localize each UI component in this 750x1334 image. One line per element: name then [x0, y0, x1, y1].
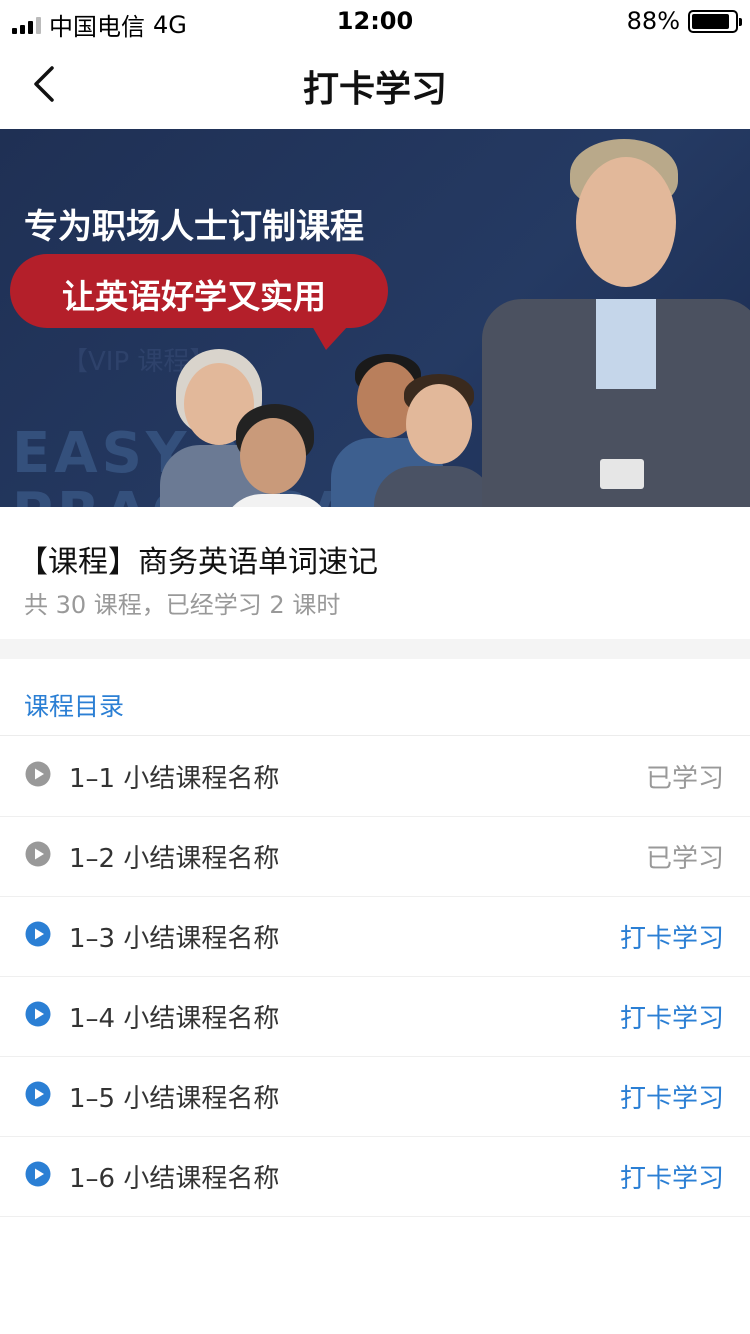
play-circle-icon	[25, 1001, 51, 1027]
status-bar: 中国电信 4G 12:00 88%	[0, 0, 750, 41]
lesson-row[interactable]: 1–1 小结课程名称 已学习	[0, 737, 750, 817]
course-meta: 共 30 课程，已经学习 2 课时	[24, 591, 341, 619]
lesson-row[interactable]: 1–2 小结课程名称 已学习	[0, 817, 750, 897]
play-circle-icon	[25, 1161, 51, 1187]
lesson-status[interactable]: 打卡学习	[620, 1158, 724, 1195]
lesson-name: 1–4 小结课程名称	[69, 1004, 280, 1034]
play-circle-icon	[25, 921, 51, 947]
course-info: 【课程】商务英语单词速记 共 30 课程，已经学习 2 课时	[0, 507, 750, 639]
section-divider	[0, 639, 750, 659]
lesson-name: 1–5 小结课程名称	[69, 1084, 280, 1114]
course-banner: EASY & PRACTICAL 专为职场人士订制课程 让英语好学又实用 【VI…	[0, 129, 750, 507]
lesson-row[interactable]: 1–3 小结课程名称 打卡学习	[0, 897, 750, 977]
nav-bar: 打卡学习	[0, 40, 750, 128]
catalog-header: 课程目录	[0, 659, 750, 736]
banner-headline: 专为职场人士订制课程	[24, 207, 364, 247]
banner-ribbon-text: 让英语好学又实用	[62, 277, 326, 316]
play-circle-icon	[25, 841, 51, 867]
lesson-status[interactable]: 已学习	[646, 758, 724, 795]
lesson-row[interactable]: 1–6 小结课程名称 打卡学习	[0, 1137, 750, 1217]
lesson-status[interactable]: 打卡学习	[620, 998, 724, 1035]
lesson-status[interactable]: 已学习	[646, 838, 724, 875]
play-circle-icon	[25, 1081, 51, 1107]
lesson-name: 1–2 小结课程名称	[69, 844, 280, 874]
battery-icon	[688, 9, 742, 33]
play-circle-icon	[25, 761, 51, 787]
battery-percent: 88%	[626, 7, 680, 35]
banner-ribbon: 让英语好学又实用	[10, 254, 388, 350]
lesson-row[interactable]: 1–5 小结课程名称 打卡学习	[0, 1057, 750, 1137]
catalog-header-label: 课程目录	[24, 692, 125, 721]
lesson-name: 1–1 小结课程名称	[69, 764, 280, 794]
battery-level	[692, 13, 729, 29]
lesson-status[interactable]: 打卡学习	[620, 918, 724, 955]
status-right: 88%	[626, 7, 742, 35]
page-title: 打卡学习	[302, 69, 447, 110]
lesson-row[interactable]: 1–4 小结课程名称 打卡学习	[0, 977, 750, 1057]
lesson-name: 1–6 小结课程名称	[69, 1164, 280, 1194]
lesson-status[interactable]: 打卡学习	[620, 1078, 724, 1115]
lesson-list: 1–1 小结课程名称 已学习 1–2 小结课程名称 已学习 1–3 小结课程名称…	[0, 737, 750, 1217]
lesson-name: 1–3 小结课程名称	[69, 924, 280, 954]
course-title: 【课程】商务英语单词速记	[18, 545, 378, 580]
